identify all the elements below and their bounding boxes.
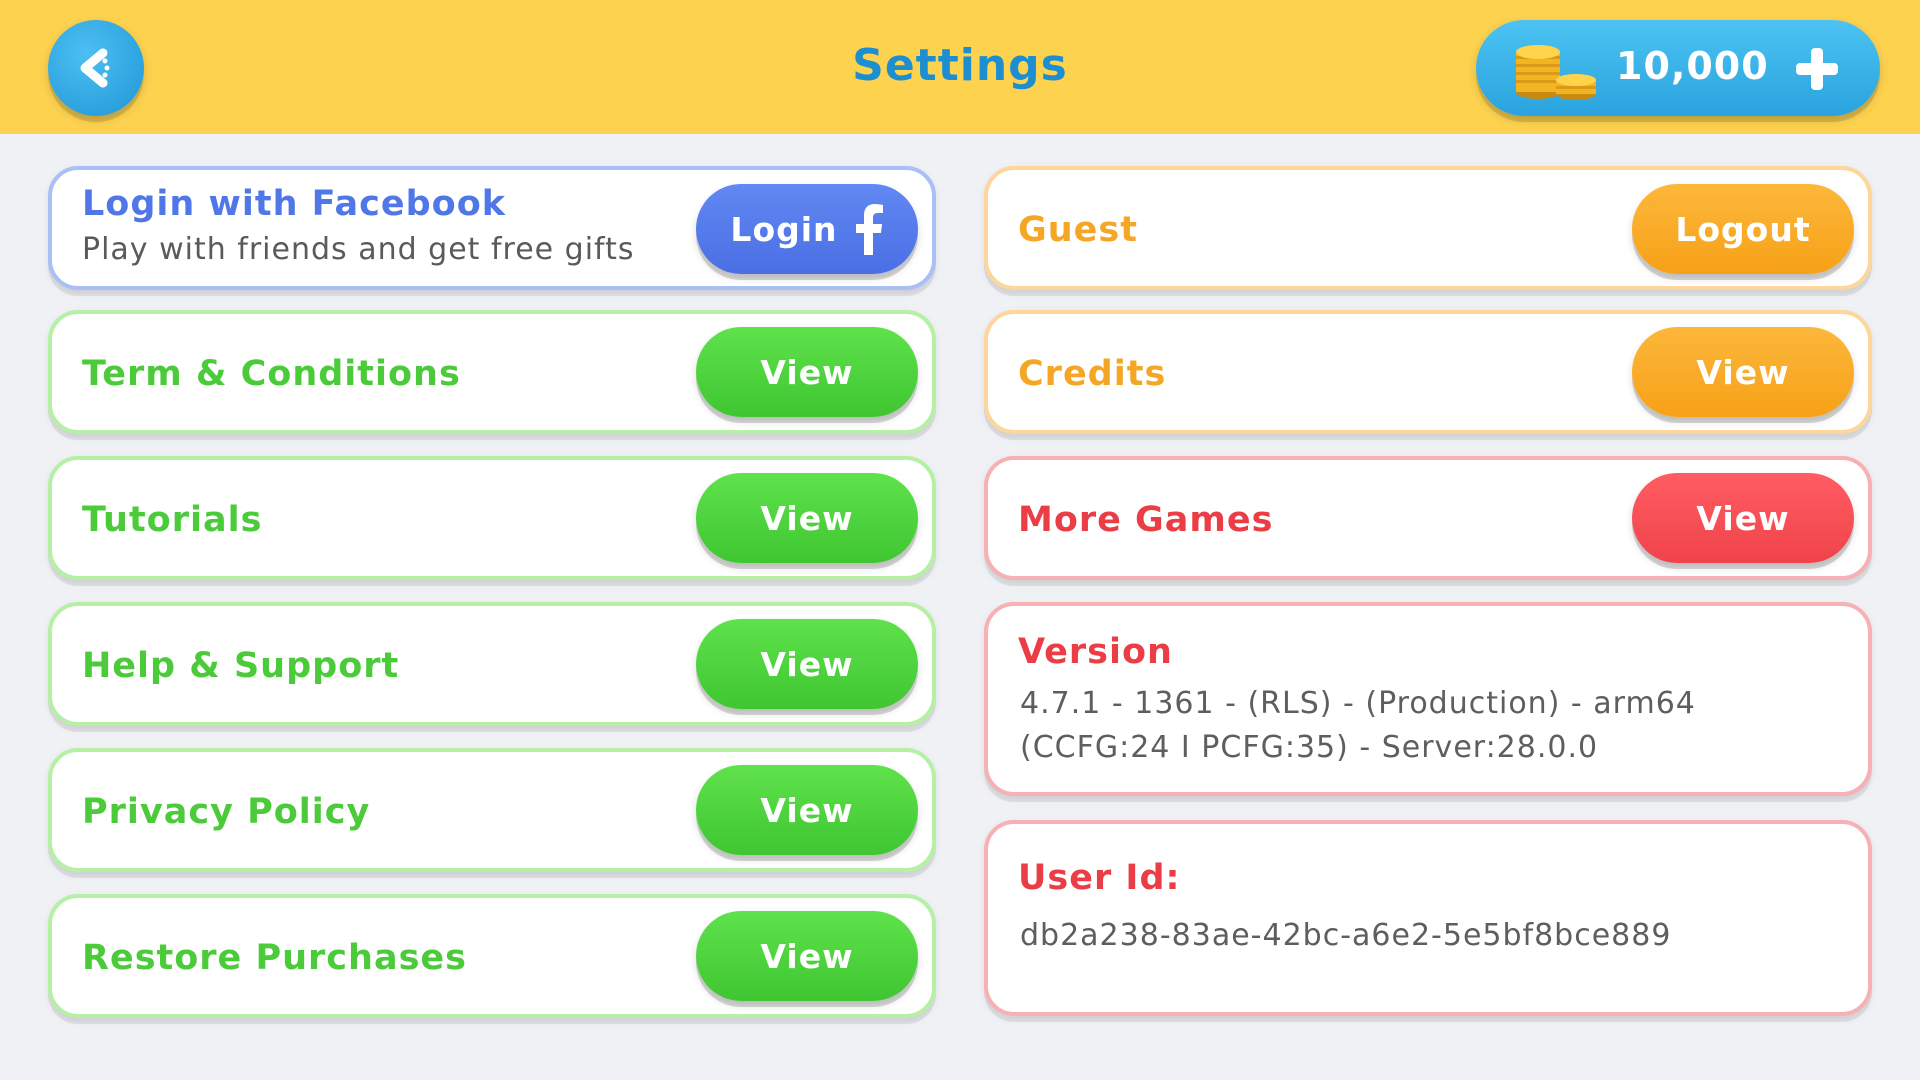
restore-purchases-view-button[interactable]: View — [696, 911, 918, 1001]
credits-card: Credits View — [984, 310, 1872, 434]
facebook-login-card: Login with Facebook Play with friends an… — [48, 166, 936, 290]
more-games-card: More Games View — [984, 456, 1872, 580]
privacy-policy-view-button[interactable]: View — [696, 765, 918, 855]
version-details-line-2: (CCFG:24 I PCFG:35) - Server:28.0.0 — [1020, 730, 1599, 765]
privacy-policy-card: Privacy Policy View — [48, 748, 936, 872]
user-id-card: User Id: db2a238-83ae-42bc-a6e2-5e5bf8bc… — [984, 820, 1872, 1016]
facebook-login-button-label: Login — [730, 209, 838, 249]
facebook-icon — [855, 204, 883, 255]
coin-stack-icon — [1516, 45, 1596, 100]
tutorials-label: Tutorials — [82, 500, 263, 540]
credits-label: Credits — [1018, 354, 1167, 394]
privacy-policy-label: Privacy Policy — [82, 792, 371, 832]
terms-card: Term & Conditions View — [48, 310, 936, 434]
credits-view-button[interactable]: View — [1632, 327, 1854, 417]
terms-label: Term & Conditions — [82, 354, 461, 394]
coin-balance-pill[interactable]: 10,000 — [1476, 20, 1880, 116]
facebook-login-title: Login with Facebook — [82, 184, 507, 224]
version-details-line-1: 4.7.1 - 1361 - (RLS) - (Production) - ar… — [1020, 686, 1696, 721]
restore-purchases-card: Restore Purchases View — [48, 894, 936, 1018]
more-games-label: More Games — [1018, 500, 1274, 540]
account-name: Guest — [1018, 210, 1138, 250]
help-support-card: Help & Support View — [48, 602, 936, 726]
plus-icon[interactable] — [1792, 44, 1842, 94]
coin-balance: 10,000 — [1616, 44, 1769, 88]
user-id-label: User Id: — [1018, 858, 1181, 898]
version-label: Version — [1018, 632, 1173, 672]
facebook-login-button[interactable]: Login — [696, 184, 918, 274]
help-support-view-button[interactable]: View — [696, 619, 918, 709]
terms-view-button[interactable]: View — [696, 327, 918, 417]
top-bar: Settings 10,000 — [0, 0, 1920, 134]
help-support-label: Help & Support — [82, 646, 400, 686]
version-card: Version 4.7.1 - 1361 - (RLS) - (Producti… — [984, 602, 1872, 796]
tutorials-view-button[interactable]: View — [696, 473, 918, 563]
logout-button[interactable]: Logout — [1632, 184, 1854, 274]
more-games-view-button[interactable]: View — [1632, 473, 1854, 563]
account-card: Guest Logout — [984, 166, 1872, 290]
restore-purchases-label: Restore Purchases — [82, 938, 467, 978]
facebook-login-subtitle: Play with friends and get free gifts — [82, 232, 635, 267]
user-id-value: db2a238-83ae-42bc-a6e2-5e5bf8bce889 — [1020, 918, 1672, 953]
tutorials-card: Tutorials View — [48, 456, 936, 580]
